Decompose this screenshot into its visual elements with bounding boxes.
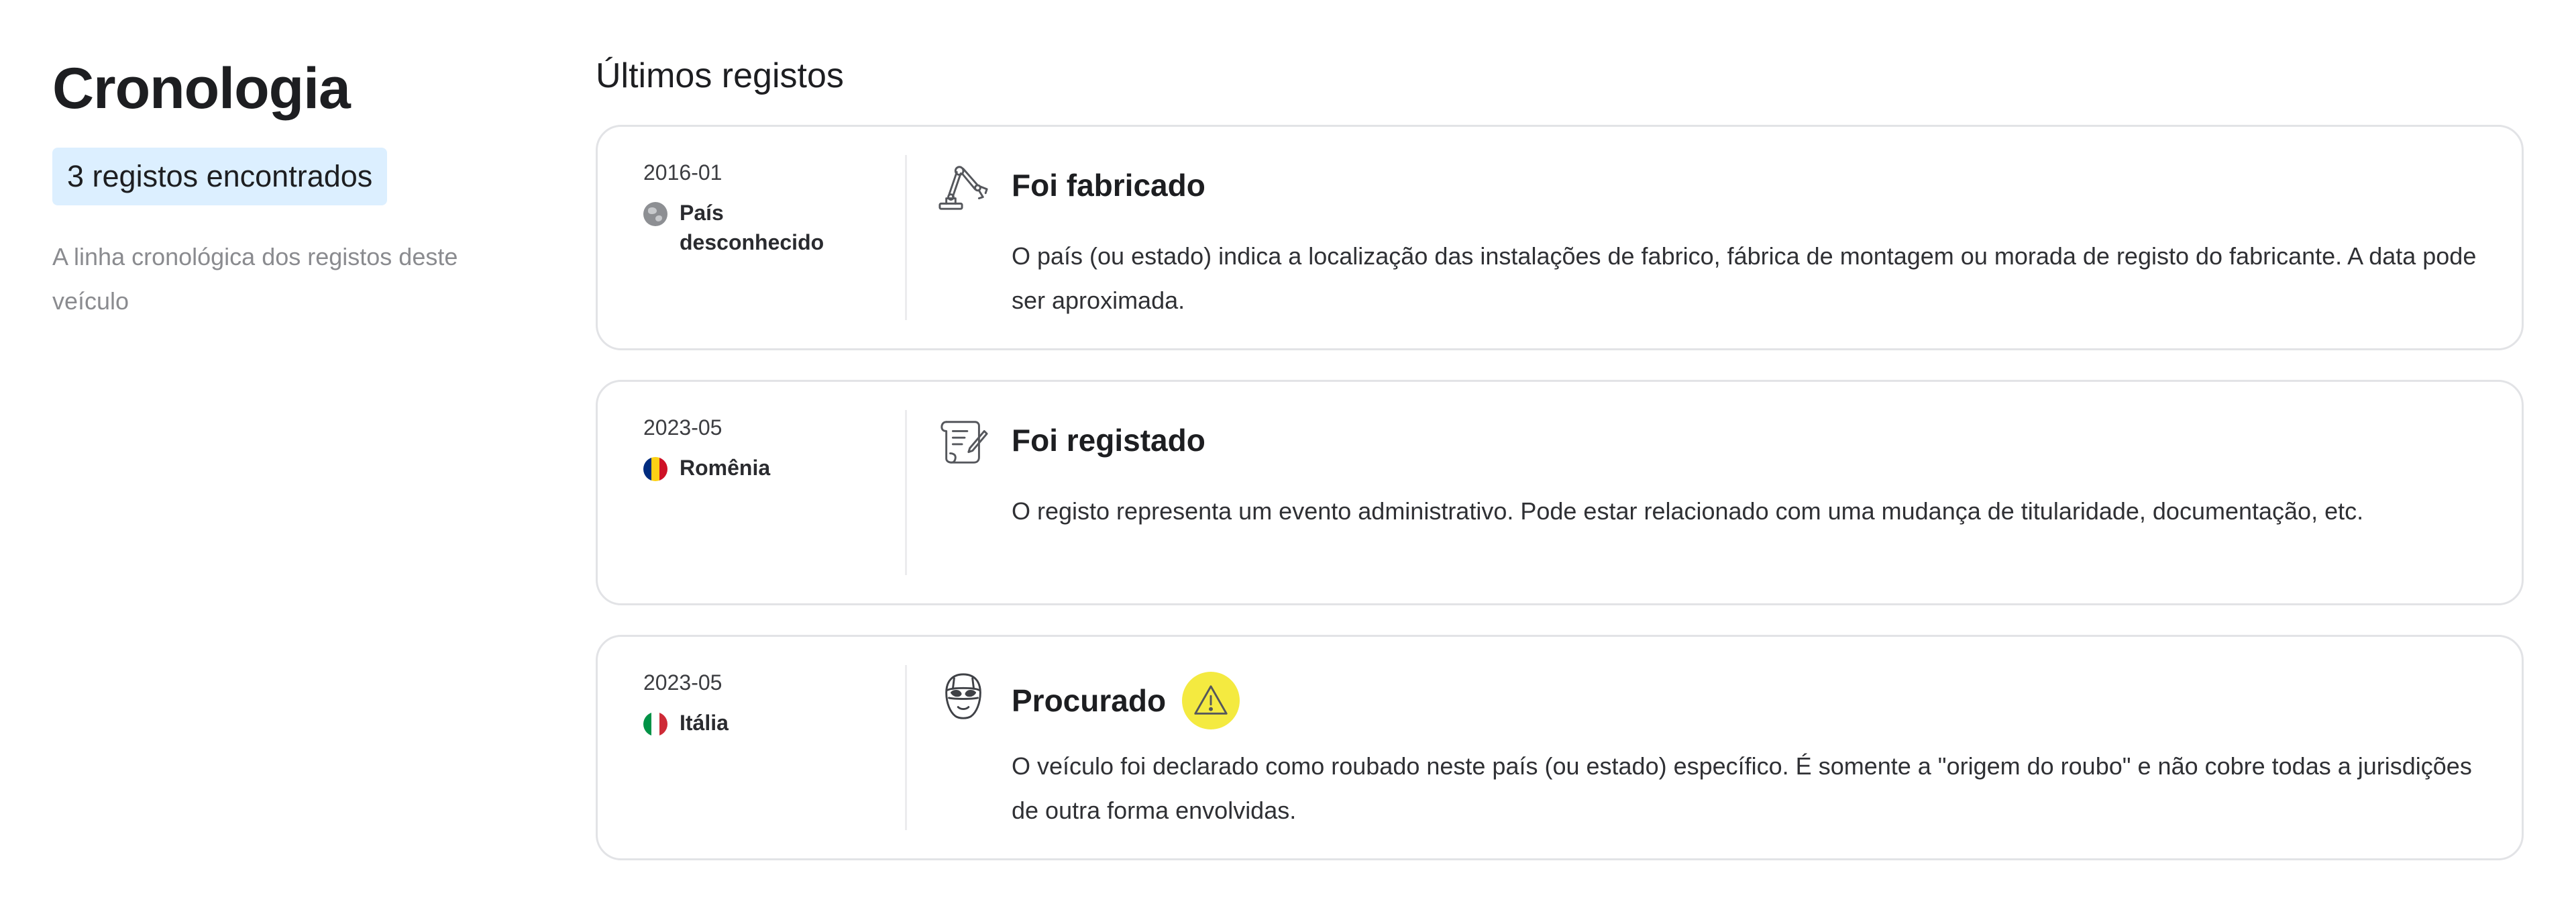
page-title: Cronologia xyxy=(52,56,351,121)
record-country: Romênia xyxy=(643,453,845,483)
timeline-summary: Cronologia 3 registos encontrados A linh… xyxy=(52,55,522,323)
record-meta: 2023-05 Romênia xyxy=(643,414,845,483)
record-title: Foi registado xyxy=(1012,423,1205,458)
section-title: Últimos registos xyxy=(596,56,844,95)
record-card: 2023-05 Itália Procurado O veículo foi d… xyxy=(596,635,2524,860)
record-card: 2016-01 País desconhecido Foi fabricado … xyxy=(596,125,2524,350)
record-card: 2023-05 Romênia Foi registado O registo … xyxy=(596,380,2524,605)
country-name: Romênia xyxy=(680,456,771,480)
divider xyxy=(905,155,907,320)
warning-icon xyxy=(1182,672,1240,729)
record-date: 2016-01 xyxy=(643,160,722,185)
record-title: Foi fabricado xyxy=(1012,168,1205,203)
records-count-badge: 3 registos encontrados xyxy=(52,148,388,205)
record-date: 2023-05 xyxy=(643,415,722,440)
record-title-row: Foi fabricado xyxy=(1012,162,1205,209)
record-meta: 2023-05 Itália xyxy=(643,669,845,738)
scroll-document-icon xyxy=(941,421,988,464)
record-title-row: Foi registado xyxy=(1012,417,1205,464)
record-description: O país (ou estado) indica a localização … xyxy=(1012,242,2477,314)
country-name: Itália xyxy=(680,711,729,735)
robot-arm-icon xyxy=(938,166,988,210)
record-meta: 2016-01 País desconhecido xyxy=(643,159,845,257)
italy-flag-icon xyxy=(643,712,667,736)
divider xyxy=(905,410,907,575)
thief-mask-icon xyxy=(945,673,981,719)
record-title: Procurado xyxy=(1012,683,1167,718)
record-title-row: Procurado xyxy=(1012,672,1240,729)
country-name: País desconhecido xyxy=(680,201,824,254)
globe-icon xyxy=(643,202,667,226)
record-country: Itália xyxy=(643,708,845,738)
record-description: O registo representa um evento administr… xyxy=(1012,497,2364,525)
record-date: 2023-05 xyxy=(643,670,722,695)
timeline-description: A linha cronológica dos registos deste v… xyxy=(52,243,458,315)
divider xyxy=(905,665,907,830)
record-description: O veículo foi declarado como roubado nes… xyxy=(1012,752,2472,824)
records-list: 2016-01 País desconhecido Foi fabricado … xyxy=(596,125,2524,890)
romania-flag-icon xyxy=(643,457,667,481)
record-country: País desconhecido xyxy=(643,198,845,257)
